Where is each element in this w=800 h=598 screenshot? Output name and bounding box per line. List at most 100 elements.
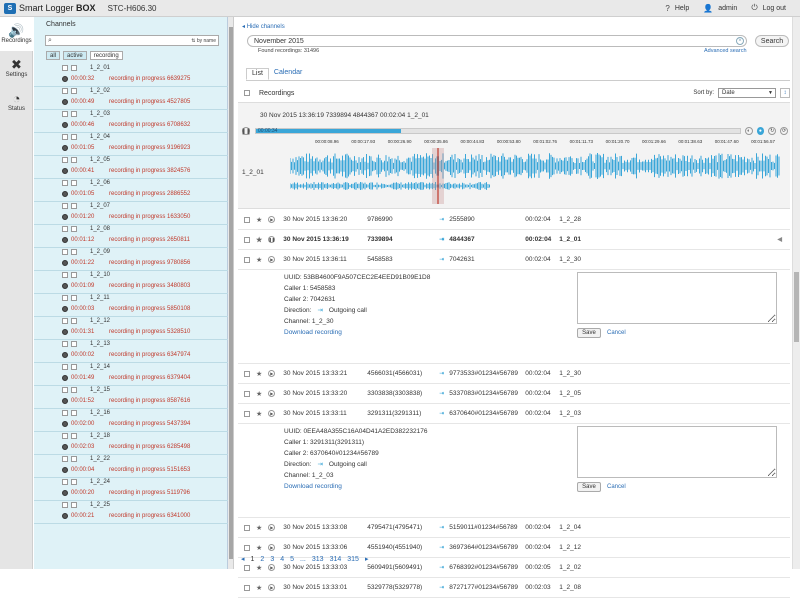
stop-icon[interactable]: [71, 249, 77, 255]
cancel-link[interactable]: Cancel: [607, 484, 626, 490]
play-icon[interactable]: ▶: [268, 370, 276, 377]
stop-icon[interactable]: [71, 364, 77, 370]
stop-icon[interactable]: [71, 272, 77, 278]
stop-icon[interactable]: [71, 387, 77, 393]
filter-active[interactable]: active: [63, 51, 87, 60]
hide-channels-link[interactable]: ◂ Hide channels: [242, 23, 285, 30]
mute-icon[interactable]: [62, 272, 68, 278]
page-link[interactable]: 3: [270, 556, 274, 563]
row-checkbox[interactable]: [244, 216, 250, 223]
mute-icon[interactable]: [62, 410, 68, 416]
row-checkbox[interactable]: [244, 410, 250, 417]
channel-row[interactable]: 1_2_04 00:01:05 recording in progress 91969…: [34, 133, 228, 156]
mute-icon[interactable]: [62, 295, 68, 301]
user-menu[interactable]: 👤 admin: [703, 4, 737, 13]
row-checkbox[interactable]: [244, 564, 250, 571]
channel-row[interactable]: 1_2_14 00:01:49 recording in progress 63794…: [34, 363, 228, 386]
star-icon[interactable]: ★: [256, 544, 262, 552]
table-row[interactable]: ★ ▶ 30 Nov 2015 13:36:20 9786990 ⇥ 2555890 00:…: [238, 210, 790, 230]
stop-icon[interactable]: [71, 111, 77, 117]
refresh-icon[interactable]: ⟳: [780, 127, 788, 135]
channel-row[interactable]: 1_2_07 00:01:20 recording in progress 16330…: [34, 202, 228, 225]
stop-icon[interactable]: [71, 410, 77, 416]
stop-icon[interactable]: [71, 65, 77, 71]
next-page-icon[interactable]: ▸: [365, 555, 369, 563]
help-link[interactable]: ? Help: [665, 4, 689, 13]
stop-icon[interactable]: [71, 180, 77, 186]
mute-icon[interactable]: [62, 134, 68, 140]
pause-icon[interactable]: ❚❚: [241, 127, 251, 135]
loop-icon[interactable]: ↻: [768, 127, 777, 135]
mute-icon[interactable]: [62, 249, 68, 255]
play-icon[interactable]: ▶: [268, 216, 276, 223]
sort-by-name[interactable]: ⇅ by name: [191, 38, 218, 44]
table-row[interactable]: ★ ▶ 30 Nov 2015 13:33:08 4795471(4795471) ⇥ 5…: [238, 518, 790, 538]
stop-icon[interactable]: [71, 433, 77, 439]
channel-row[interactable]: 1_2_05 00:00:41 recording in progress 38245…: [34, 156, 228, 179]
play-icon[interactable]: ▶: [268, 584, 276, 591]
cancel-link[interactable]: Cancel: [607, 330, 626, 336]
mute-icon[interactable]: [62, 318, 68, 324]
note-textarea[interactable]: [577, 272, 777, 324]
star-icon[interactable]: ★: [256, 216, 262, 224]
stop-icon[interactable]: [71, 295, 77, 301]
channel-search-input[interactable]: [51, 36, 172, 45]
play-icon[interactable]: ▶: [268, 410, 276, 417]
stop-icon[interactable]: [71, 456, 77, 462]
play-icon[interactable]: ▶: [268, 564, 276, 571]
play-icon[interactable]: ▶: [268, 390, 276, 397]
logout-link[interactable]: ⏻ Log out: [751, 3, 786, 13]
main-scroll-thumb[interactable]: [794, 272, 799, 342]
star-icon[interactable]: ★: [256, 524, 262, 532]
page-link[interactable]: 1: [251, 556, 255, 563]
page-link[interactable]: 4: [280, 556, 284, 563]
main-scrollbar[interactable]: [792, 17, 800, 569]
mute-icon[interactable]: [62, 180, 68, 186]
waveform[interactable]: [290, 148, 780, 204]
table-row[interactable]: ★ ▶ 30 Nov 2015 13:33:20 3303838(3303838) ⇥ 5…: [238, 384, 790, 404]
channel-row[interactable]: 1_2_10 00:01:09 recording in progress 34808…: [34, 271, 228, 294]
star-icon[interactable]: ★: [256, 410, 262, 418]
star-icon[interactable]: ★: [256, 256, 262, 264]
prev-page-icon[interactable]: ◂: [241, 555, 245, 563]
row-checkbox[interactable]: [244, 390, 250, 397]
channel-row[interactable]: 1_2_12 00:01:31 recording in progress 53285…: [34, 317, 228, 340]
row-checkbox[interactable]: [244, 544, 250, 551]
channel-row[interactable]: 1_2_08 00:01:12 recording in progress 26508…: [34, 225, 228, 248]
recording-search-input[interactable]: [254, 37, 724, 45]
page-link[interactable]: 5: [290, 556, 294, 563]
stop-icon[interactable]: [71, 479, 77, 485]
table-row[interactable]: ★ ▶ 30 Nov 2015 13:36:11 5458583 ⇥ 7042631 00:…: [238, 250, 790, 270]
channels-scrollbar[interactable]: [228, 17, 234, 569]
mute-icon[interactable]: [62, 502, 68, 508]
stop-icon[interactable]: [71, 318, 77, 324]
star-icon[interactable]: ★: [256, 236, 262, 244]
progress-bar[interactable]: 00:00:34: [255, 128, 741, 134]
filter-recording[interactable]: recording: [89, 51, 123, 60]
stop-icon[interactable]: [71, 134, 77, 140]
channel-row[interactable]: 1_2_09 00:01:22 recording in progress 97808…: [34, 248, 228, 271]
channel-row[interactable]: 1_2_16 00:02:00 recording in progress 54373…: [34, 409, 228, 432]
advanced-search-link[interactable]: Advanced search: [704, 48, 747, 54]
mute-icon[interactable]: [62, 341, 68, 347]
mute-icon[interactable]: [62, 387, 68, 393]
page-link[interactable]: ...: [300, 556, 306, 563]
stop-icon[interactable]: [71, 88, 77, 94]
stop-icon[interactable]: [71, 203, 77, 209]
mute-icon[interactable]: [62, 226, 68, 232]
speed-icon[interactable]: ●: [756, 127, 765, 135]
mute-icon[interactable]: [62, 157, 68, 163]
tab-list[interactable]: List: [246, 68, 269, 80]
table-row[interactable]: ★ ▶ 30 Nov 2015 13:33:21 4566031(4566031) ⇥ 9…: [238, 364, 790, 384]
channel-row[interactable]: 1_2_06 00:01:05 recording in progress 28865…: [34, 179, 228, 202]
mute-icon[interactable]: [62, 456, 68, 462]
channel-row[interactable]: 1_2_22 00:00:04 recording in progress 51516…: [34, 455, 228, 478]
row-checkbox[interactable]: [244, 524, 250, 531]
mute-icon[interactable]: [62, 111, 68, 117]
mute-icon[interactable]: [62, 88, 68, 94]
nav-recordings[interactable]: 🔊 Recordings: [0, 17, 33, 51]
speaker-icon[interactable]: ◀: [777, 236, 782, 243]
row-checkbox[interactable]: [244, 256, 250, 263]
channel-row[interactable]: 1_2_01 00:00:32 recording in progress 66392…: [34, 64, 228, 87]
save-button[interactable]: Save: [577, 328, 601, 338]
